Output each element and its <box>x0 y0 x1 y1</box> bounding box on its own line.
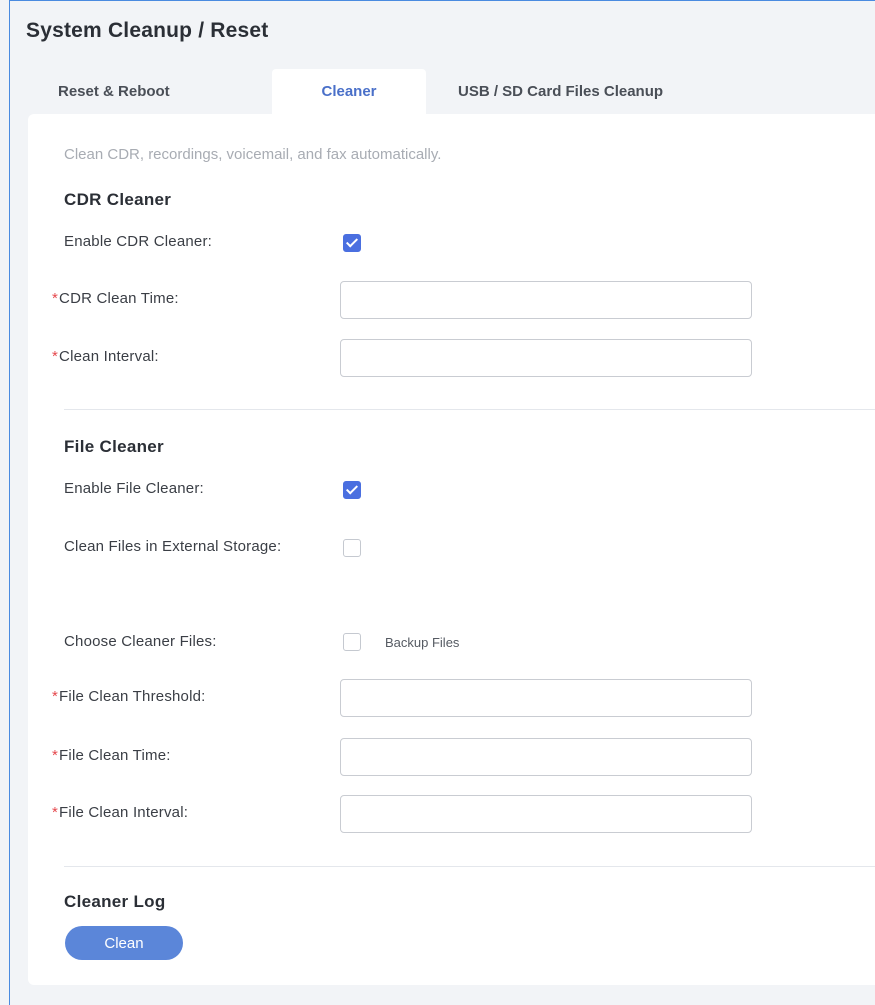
clean-interval-label-text: Clean Interval: <box>59 348 159 365</box>
enable-cdr-cleaner-checkbox[interactable] <box>343 234 361 252</box>
clean-external-storage-checkbox[interactable] <box>343 539 361 557</box>
clean-interval-input[interactable] <box>340 339 752 377</box>
cdr-clean-time-input[interactable] <box>340 281 752 319</box>
required-mark: * <box>52 804 59 821</box>
clean-external-storage-label: Clean Files in External Storage: <box>64 538 282 555</box>
file-clean-time-label-text: File Clean Time: <box>59 747 171 764</box>
required-mark: * <box>52 348 59 365</box>
clean-button[interactable]: Clean <box>65 926 183 960</box>
section-divider <box>64 866 875 867</box>
enable-cdr-cleaner-label: Enable CDR Cleaner: <box>64 233 213 250</box>
file-clean-time-label: *File Clean Time: <box>52 745 171 767</box>
tab-reset-reboot[interactable]: Reset & Reboot <box>58 69 238 114</box>
file-clean-time-input[interactable] <box>340 738 752 776</box>
required-mark: * <box>52 290 59 307</box>
backup-files-checkbox[interactable] <box>343 633 361 651</box>
backup-files-label[interactable]: Backup Files <box>385 635 459 650</box>
file-clean-interval-input[interactable] <box>340 795 752 833</box>
file-clean-interval-label-text: File Clean Interval: <box>59 804 189 821</box>
cdr-clean-time-label-text: CDR Clean Time: <box>59 290 179 307</box>
tab-cleaner[interactable]: Cleaner <box>272 69 426 114</box>
check-icon <box>345 482 359 495</box>
file-cleaner-title: File Cleaner <box>64 437 164 456</box>
panel-hint: Clean CDR, recordings, voicemail, and fa… <box>64 146 442 163</box>
file-clean-threshold-label: *File Clean Threshold: <box>52 686 206 708</box>
tab-usb-sd-cleanup[interactable]: USB / SD Card Files Cleanup <box>458 69 758 114</box>
page-title: System Cleanup / Reset <box>26 19 269 42</box>
file-clean-threshold-input[interactable] <box>340 679 752 717</box>
cleaner-log-title: Cleaner Log <box>64 892 166 911</box>
required-mark: * <box>52 688 59 705</box>
required-mark: * <box>52 747 59 764</box>
file-clean-interval-label: *File Clean Interval: <box>52 802 188 824</box>
cdr-cleaner-title: CDR Cleaner <box>64 190 172 209</box>
choose-cleaner-files-label: Choose Cleaner Files: <box>64 633 217 650</box>
app-frame: System Cleanup / Reset Reset & Reboot Cl… <box>9 0 875 1005</box>
cdr-clean-time-label: *CDR Clean Time: <box>52 288 179 310</box>
enable-file-cleaner-label: Enable File Cleaner: <box>64 480 204 497</box>
file-clean-threshold-label-text: File Clean Threshold: <box>59 688 206 705</box>
cleaner-panel: Clean CDR, recordings, voicemail, and fa… <box>28 114 875 985</box>
clean-interval-label: *Clean Interval: <box>52 346 159 368</box>
section-divider <box>64 409 875 410</box>
enable-file-cleaner-checkbox[interactable] <box>343 481 361 499</box>
check-icon <box>345 235 359 248</box>
